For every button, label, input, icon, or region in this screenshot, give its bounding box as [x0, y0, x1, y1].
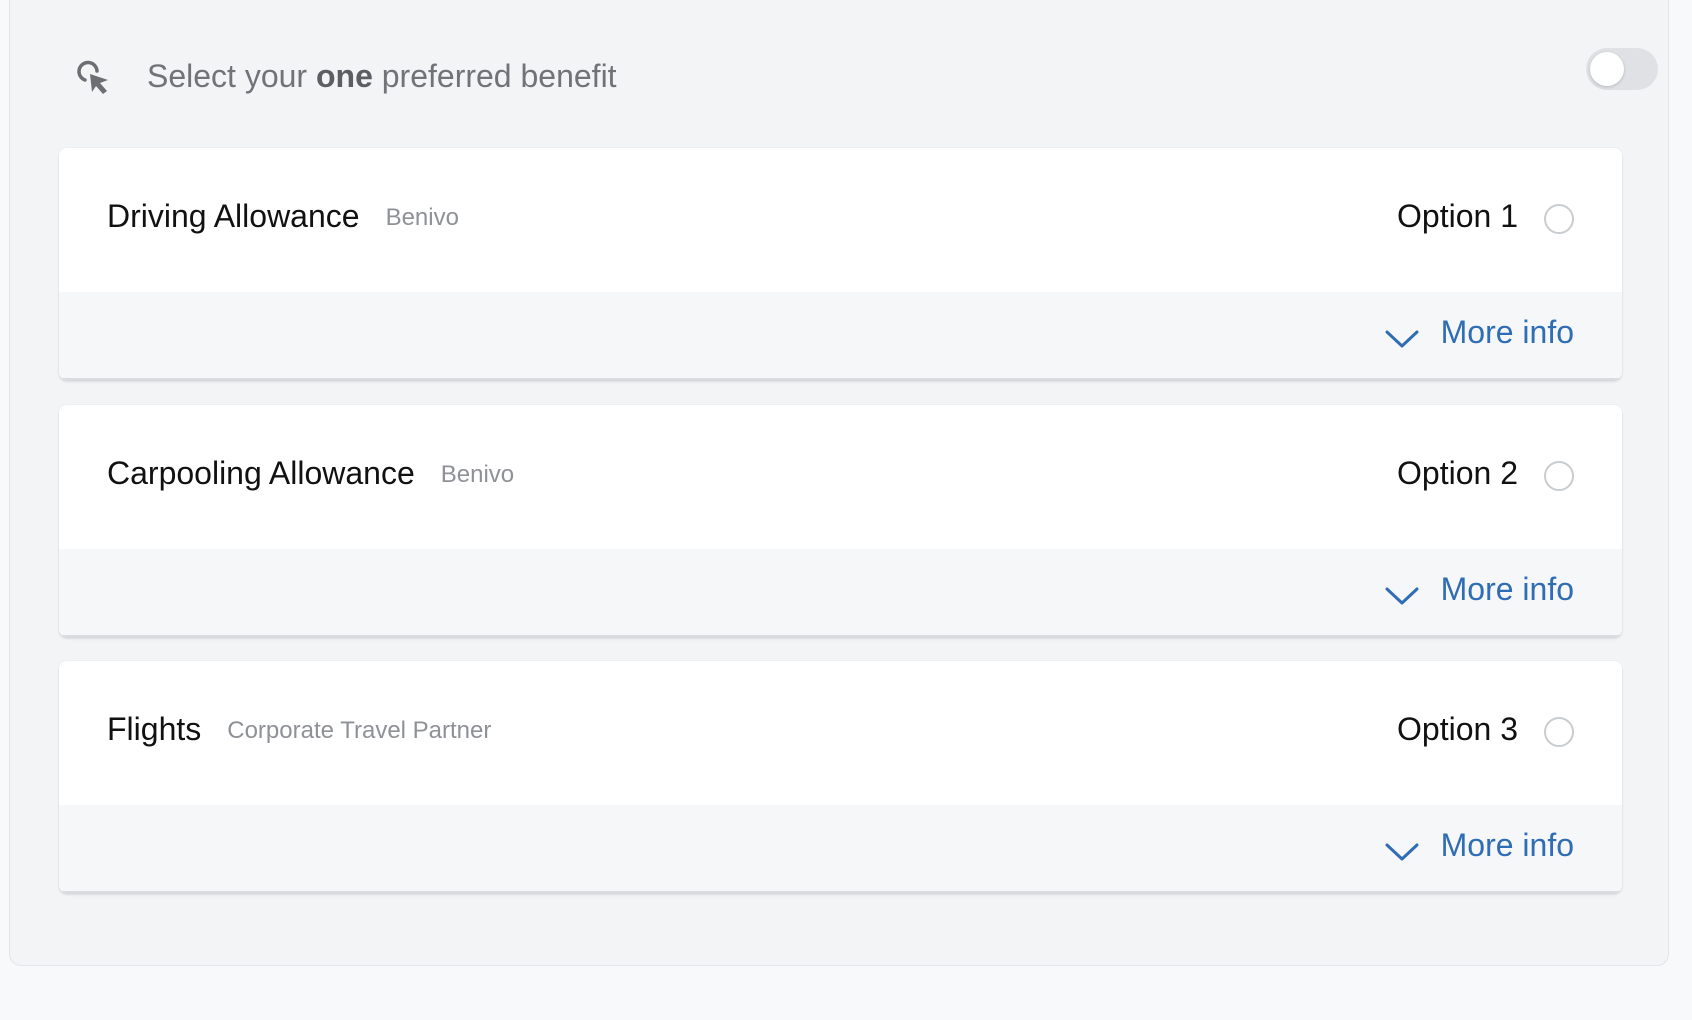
option-radio[interactable] [1544, 461, 1574, 491]
more-info-link[interactable]: More info [1385, 571, 1574, 608]
option-label: Option 2 [1397, 455, 1518, 491]
page-title: Select your one preferred benefit [147, 58, 617, 95]
benefit-name-text: Carpooling Allowance [107, 455, 415, 491]
option-label: Option 3 [1397, 711, 1518, 747]
title-text-before: Select your [147, 58, 316, 94]
benefit-name: Carpooling Allowance Benivo [107, 455, 514, 492]
benefit-name: Driving Allowance Benivo [107, 198, 459, 235]
cursor-pointer-icon [75, 60, 115, 100]
benefit-card-header: Carpooling Allowance Benivo Option 2 [59, 405, 1622, 549]
option-radio[interactable] [1544, 204, 1574, 234]
benefit-selection-panel: Select your one preferred benefit Drivin… [9, 0, 1669, 966]
more-info-label: More info [1440, 314, 1574, 350]
preference-toggle[interactable] [1586, 48, 1658, 90]
benefit-name-text: Driving Allowance [107, 198, 360, 234]
option-radio[interactable] [1544, 717, 1574, 747]
benefit-provider: Benivo [385, 204, 459, 231]
more-info-link[interactable]: More info [1385, 314, 1574, 351]
benefit-card: Flights Corporate Travel Partner Option 3… [59, 661, 1622, 893]
more-info-label: More info [1440, 827, 1574, 863]
benefit-card-header: Flights Corporate Travel Partner Option 3 [59, 661, 1622, 805]
benefit-card: Carpooling Allowance Benivo Option 2 More… [59, 405, 1622, 637]
benefit-card-header: Driving Allowance Benivo Option 1 [59, 148, 1622, 292]
title-text-emphasis: one [315, 58, 373, 94]
benefit-provider: Corporate Travel Partner [227, 717, 492, 744]
benefit-provider: Benivo [440, 461, 515, 488]
chevron-down-icon [1385, 843, 1419, 861]
chevron-down-icon [1385, 330, 1419, 348]
benefit-card: Driving Allowance Benivo Option 1 More in… [59, 148, 1622, 380]
benefit-card-footer: More info [59, 805, 1622, 893]
more-info-link[interactable]: More info [1385, 827, 1574, 864]
chevron-down-icon [1385, 587, 1419, 605]
option-label: Option 1 [1397, 198, 1518, 234]
benefit-name: Flights Corporate Travel Partner [107, 711, 491, 748]
benefit-card-footer: More info [59, 549, 1622, 637]
benefit-name-text: Flights [107, 711, 202, 747]
toggle-knob [1590, 52, 1624, 86]
benefit-selection-header: Select your one preferred benefit [67, 40, 1658, 110]
benefit-card-footer: More info [59, 292, 1622, 380]
more-info-label: More info [1440, 571, 1574, 607]
title-text-after: preferred benefit [372, 58, 617, 94]
